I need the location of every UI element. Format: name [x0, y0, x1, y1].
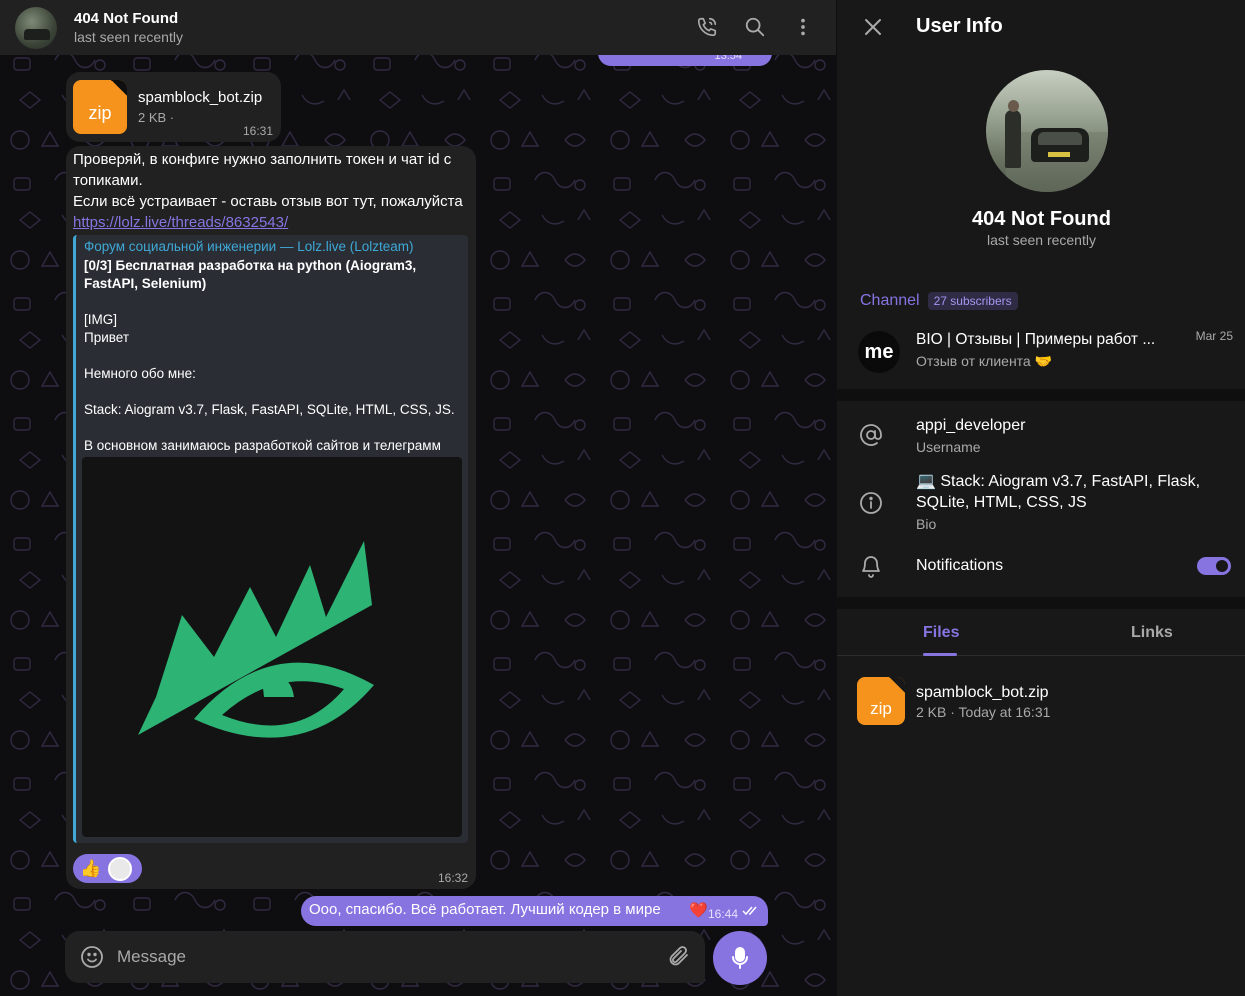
- channel-date: Mar 25: [1195, 329, 1233, 343]
- thread-link[interactable]: https://lolz.live/threads/8632543/: [73, 214, 288, 231]
- preview-description: [IMG] Привет Немного обо мне: Stack: Aio…: [84, 312, 455, 471]
- preview-site-name: Форум социальной инженерии — Lolz.live (…: [84, 239, 414, 254]
- reaction-chip[interactable]: 👍: [73, 854, 142, 883]
- notifications-label: Notifications: [916, 557, 1004, 574]
- shared-file-meta: 2 KB · Today at 16:31: [916, 704, 1051, 720]
- bio-row[interactable]: 💻 Stack: Aiogram v3.7, FastAPI, Flask, S…: [837, 470, 1245, 536]
- user-info-panel: User Info 404 Not Found last seen recent…: [836, 0, 1245, 996]
- close-icon[interactable]: [861, 15, 885, 39]
- microphone-icon: [732, 947, 748, 969]
- personal-channel[interactable]: me BIO | Отзывы | Примеры работ ... Отзы…: [837, 322, 1245, 384]
- message-input[interactable]: [117, 943, 637, 971]
- section-divider: [837, 389, 1245, 401]
- username-value: appi_developer: [916, 417, 1026, 434]
- message-time: 16:31: [242, 124, 273, 138]
- message-text: Ооо, спасибо. Всё работает. Лучший кодер…: [309, 901, 661, 918]
- contact-title[interactable]: 404 Not Found last seen recently: [74, 10, 183, 46]
- more-button[interactable]: [790, 13, 816, 41]
- message-time: 16:32: [437, 871, 468, 885]
- profile-photo[interactable]: [986, 70, 1108, 192]
- tab-files[interactable]: Files: [923, 624, 959, 642]
- text-message[interactable]: Проверяй, в конфиге нужно заполнить токе…: [66, 146, 476, 889]
- username-caption: Username: [916, 439, 981, 455]
- own-message[interactable]: Ооо, спасибо. Всё работает. Лучший кодер…: [301, 896, 768, 926]
- chat-header: 404 Not Found last seen recently: [0, 0, 836, 55]
- shared-file-name: spamblock_bot.zip: [916, 684, 1049, 701]
- subscribers-badge: 27 subscribers: [927, 292, 1018, 310]
- contact-avatar[interactable]: [15, 6, 57, 49]
- message-text: Проверяй, в конфиге нужно заполнить токе…: [73, 151, 463, 231]
- file-message[interactable]: zip spamblock_bot.zip 2 KB · 16:31: [66, 72, 281, 142]
- channel-title: BIO | Отзывы | Примеры работ ...: [916, 331, 1156, 348]
- username-row[interactable]: appi_developer Username: [837, 412, 1245, 462]
- notifications-row[interactable]: Notifications: [837, 552, 1245, 580]
- file-name: spamblock_bot.zip: [138, 89, 263, 106]
- phone-icon: [697, 17, 717, 37]
- active-tab-indicator: [923, 653, 957, 656]
- preview-image[interactable]: [82, 457, 462, 837]
- preview-title: [0/3] Бесплатная разработка на python (A…: [84, 258, 417, 291]
- file-size: 2 KB ·: [138, 110, 175, 125]
- panel-title: User Info: [916, 15, 1003, 37]
- header-actions: [694, 13, 816, 41]
- telegram-window: 404 Not Found last seen recently 13:54 z…: [0, 0, 1245, 996]
- profile-name: 404 Not Found: [972, 208, 1111, 230]
- info-icon: [860, 492, 882, 514]
- contact-name: 404 Not Found: [74, 9, 179, 27]
- message-time: 16:44: [707, 907, 738, 921]
- green-eye-logo: [138, 541, 374, 738]
- contact-status: last seen recently: [74, 28, 183, 45]
- channel-label: Channel: [860, 292, 920, 309]
- channel-header: Channel 27 subscribers: [860, 292, 1018, 310]
- zip-file-icon[interactable]: zip: [73, 80, 127, 134]
- tab-links[interactable]: Links: [1131, 624, 1173, 642]
- bell-icon: [862, 556, 880, 578]
- voice-record-button[interactable]: [713, 931, 767, 985]
- heart-emoji: ❤️: [689, 902, 708, 919]
- read-checks-icon: [742, 906, 757, 916]
- channel-last-post: Отзыв от клиента 🤝: [916, 353, 1053, 369]
- reactor-avatar: [108, 857, 132, 881]
- chat-area: 404 Not Found last seen recently 13:54 z…: [0, 0, 836, 996]
- more-vertical-icon: [801, 18, 805, 36]
- call-button[interactable]: [694, 13, 720, 41]
- shared-file-item[interactable]: zip spamblock_bot.zip 2 KB · Today at 16…: [837, 672, 1245, 728]
- channel-avatar: me: [858, 331, 900, 373]
- thumbs-up-reaction: 👍: [80, 859, 102, 878]
- notifications-toggle[interactable]: [1197, 557, 1231, 575]
- link-preview[interactable]: Форум социальной инженерии — Lolz.live (…: [73, 235, 468, 843]
- bio-caption: Bio: [916, 516, 937, 532]
- search-icon: [745, 17, 765, 37]
- section-divider: [837, 597, 1245, 609]
- paperclip-icon[interactable]: [667, 944, 691, 968]
- shared-media-tabs: Files Links: [837, 610, 1245, 656]
- bio-value: 💻 Stack: Aiogram v3.7, FastAPI, Flask, S…: [916, 473, 1201, 511]
- message-composer: [65, 931, 705, 983]
- at-sign-icon: [860, 424, 882, 446]
- profile-status: last seen recently: [987, 232, 1096, 248]
- emoji-icon[interactable]: [80, 945, 104, 969]
- search-button[interactable]: [742, 13, 768, 41]
- panel-header: User Info: [837, 0, 1245, 55]
- zip-file-icon: zip: [857, 677, 905, 725]
